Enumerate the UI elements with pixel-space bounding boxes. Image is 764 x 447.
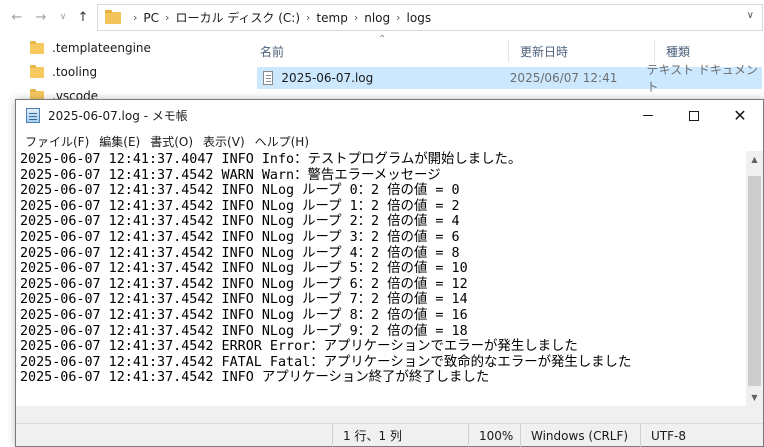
breadcrumb-separator-icon: › (165, 11, 170, 24)
column-divider[interactable] (654, 40, 655, 62)
scrollbar-thumb[interactable] (748, 176, 761, 386)
menu-file[interactable]: ファイル(F) (20, 133, 94, 150)
breadcrumb-logs[interactable]: logs (407, 11, 432, 25)
log-line: 2025-06-07 12:41:37.4047 INFO Info：テストプロ… (20, 152, 522, 167)
up-arrow-icon[interactable]: ↑ (72, 6, 94, 28)
navigation-pane: .templateengine .tooling .vscode (0, 34, 240, 104)
horizontal-scrollbar[interactable] (16, 406, 763, 423)
menu-format[interactable]: 書式(O) (145, 133, 198, 150)
log-line: 2025-06-07 12:41:37.4542 INFO NLog ループ 0… (20, 183, 460, 199)
log-line: 2025-06-07 12:41:37.4542 INFO NLog ループ 5… (20, 261, 468, 277)
file-list-pane: ⌃ 名前 更新日時 種類 2025-06-07.log 2025/06/07 1… (242, 34, 764, 104)
breadcrumb-separator-icon: › (306, 11, 311, 24)
address-bar[interactable]: › PC › ローカル ディスク (C:) › temp › nlog › lo… (97, 4, 763, 31)
maximize-button[interactable] (671, 100, 717, 131)
breadcrumb-separator-icon: › (353, 11, 359, 24)
menu-bar: ファイル(F) 編集(E) 書式(O) 表示(V) ヘルプ(H) (16, 131, 763, 151)
log-line: 2025-06-07 12:41:37.4542 INFO NLog ループ 8… (20, 307, 468, 323)
vertical-scrollbar[interactable]: ▲ ▼ (746, 151, 763, 406)
close-icon: ✕ (733, 106, 747, 125)
window-title: 2025-06-07.log - メモ帳 (48, 109, 188, 123)
folder-icon (30, 40, 44, 54)
status-line-ending: Windows (CRLF) (520, 424, 640, 447)
log-line: 2025-06-07 12:41:37.4542 INFO NLog ループ 1… (20, 198, 460, 214)
explorer-nav-bar: ← → ∨ ↑ › PC › ローカル ディスク (C:) › temp › n… (0, 0, 764, 34)
file-name: 2025-06-07.log (281, 71, 374, 85)
folder-icon (30, 64, 44, 78)
column-divider[interactable] (508, 40, 509, 62)
log-line: 2025-06-07 12:41:37.4542 INFO NLog ループ 9… (20, 323, 468, 339)
status-encoding: UTF-8 (640, 424, 763, 447)
log-line: 2025-06-07 12:41:37.4542 WARN Warn：警告エラー… (20, 167, 441, 183)
log-line: 2025-06-07 12:41:37.4542 INFO NLog ループ 7… (20, 292, 468, 308)
column-header-name[interactable]: 名前 (260, 40, 284, 62)
notepad-app-icon[interactable] (26, 108, 40, 123)
status-bar: 1 行、1 列 100% Windows (CRLF) UTF-8 (16, 423, 763, 447)
text-file-icon (263, 71, 274, 85)
log-line: 2025-06-07 12:41:37.4542 INFO アプリケーション終了… (20, 370, 490, 386)
address-dropdown-icon[interactable]: ∨ (747, 10, 754, 21)
log-line: 2025-06-07 12:41:37.4542 INFO NLog ループ 2… (20, 214, 460, 230)
scroll-up-icon[interactable]: ▲ (746, 151, 763, 168)
breadcrumb-separator-icon: › (133, 11, 138, 24)
text-editor-area[interactable]: 2025-06-07 12:41:37.4047 INFO Info：テストプロ… (16, 151, 746, 406)
log-line: 2025-06-07 12:41:37.4542 FATAL Fatal：アプリ… (20, 354, 632, 370)
menu-edit[interactable]: 編集(E) (94, 133, 145, 150)
minimize-icon (643, 115, 653, 116)
close-button[interactable]: ✕ (717, 100, 763, 131)
folder-icon (105, 9, 121, 24)
log-line: 2025-06-07 12:41:37.4542 ERROR Error：アプリ… (20, 339, 578, 355)
sort-ascending-icon: ⌃ (378, 34, 387, 45)
column-header-modified[interactable]: 更新日時 (520, 40, 568, 62)
log-line: 2025-06-07 12:41:37.4542 INFO NLog ループ 6… (20, 276, 468, 292)
maximize-icon (689, 110, 699, 121)
log-line: 2025-06-07 12:41:37.4542 INFO NLog ループ 4… (20, 245, 460, 261)
breadcrumb-nlog[interactable]: nlog (364, 11, 390, 25)
tree-item-label: .tooling (52, 65, 98, 79)
menu-help[interactable]: ヘルプ(H) (250, 133, 314, 150)
status-cursor-position: 1 行、1 列 (332, 424, 478, 447)
title-bar[interactable]: 2025-06-07.log - メモ帳 ✕ (16, 100, 763, 131)
status-zoom: 100% (468, 424, 520, 447)
file-row-log[interactable]: 2025-06-07.log 2025/06/07 12:41 テキスト ドキュ… (257, 63, 762, 94)
scroll-down-icon[interactable]: ▼ (746, 389, 763, 406)
minimize-button[interactable] (625, 100, 671, 131)
tree-item-templateengine[interactable]: .templateengine (30, 37, 151, 59)
column-header-type[interactable]: 種類 (666, 40, 690, 62)
breadcrumb-separator-icon: › (396, 11, 401, 24)
recent-chevron-icon[interactable]: ∨ (52, 6, 74, 28)
file-type: テキスト ドキュメント (646, 63, 758, 94)
log-line: 2025-06-07 12:41:37.4542 INFO NLog ループ 3… (20, 229, 460, 245)
back-arrow-icon[interactable]: ← (6, 6, 28, 28)
breadcrumb-local-disk[interactable]: ローカル ディスク (C:) (175, 9, 300, 26)
tree-item-tooling[interactable]: .tooling (30, 61, 97, 83)
breadcrumb-pc[interactable]: PC (143, 11, 159, 25)
notepad-window: 2025-06-07.log - メモ帳 ✕ ファイル(F) 編集(E) 書式(… (15, 99, 764, 447)
breadcrumb-temp[interactable]: temp (316, 11, 347, 25)
menu-view[interactable]: 表示(V) (198, 133, 250, 150)
file-modified: 2025/06/07 12:41 (509, 71, 618, 85)
tree-item-label: .templateengine (52, 41, 151, 55)
forward-arrow-icon[interactable]: → (30, 6, 52, 28)
